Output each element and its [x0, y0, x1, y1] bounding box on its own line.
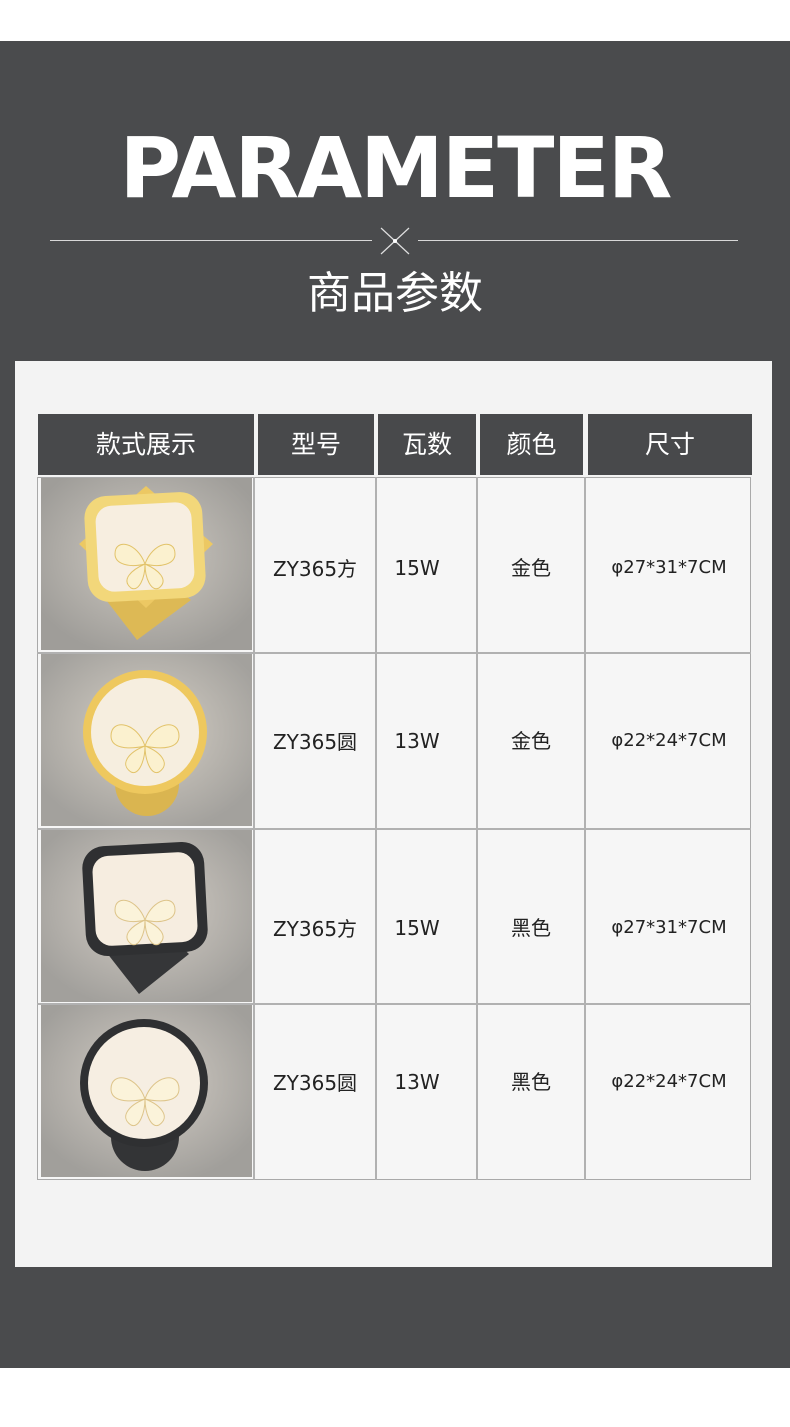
header-style: 款式展示	[38, 414, 254, 475]
gold-square-lamp-image	[41, 478, 252, 650]
header-color: 颜色	[480, 414, 583, 475]
row-1-size: φ27*31*7CM	[611, 557, 727, 578]
title-divider-right	[418, 240, 738, 241]
row-2-size: φ22*24*7CM	[611, 730, 727, 751]
row-2-wattage: 13W	[394, 729, 440, 753]
row-3-color: 黑色	[511, 916, 551, 940]
row-4-color: 黑色	[511, 1070, 551, 1094]
black-square-lamp-image	[41, 830, 252, 1002]
page-subtitle: 商品参数	[307, 268, 483, 319]
black-round-lamp-image	[41, 1005, 252, 1177]
row-2-color: 金色	[511, 729, 551, 753]
row-1-model: ZY365方	[272, 557, 358, 581]
page-title: PARAMETER	[119, 119, 673, 217]
row-3-model: ZY365方	[272, 917, 358, 941]
title-divider-left	[50, 240, 372, 241]
header-model: 型号	[258, 414, 374, 475]
header-size: 尺寸	[588, 414, 752, 475]
row-3-size: φ27*31*7CM	[611, 917, 727, 938]
row-3-wattage: 15W	[394, 916, 440, 940]
row-4-wattage: 13W	[394, 1070, 440, 1094]
row-4-model: ZY365圆	[272, 1071, 358, 1095]
gold-round-lamp-image	[41, 654, 252, 826]
row-4-size: φ22*24*7CM	[611, 1071, 727, 1092]
sparkle-icon	[378, 226, 412, 260]
row-1-wattage: 15W	[394, 556, 440, 580]
row-2-model: ZY365圆	[272, 730, 358, 754]
row-1-color: 金色	[511, 556, 551, 580]
header-wattage: 瓦数	[378, 414, 476, 475]
